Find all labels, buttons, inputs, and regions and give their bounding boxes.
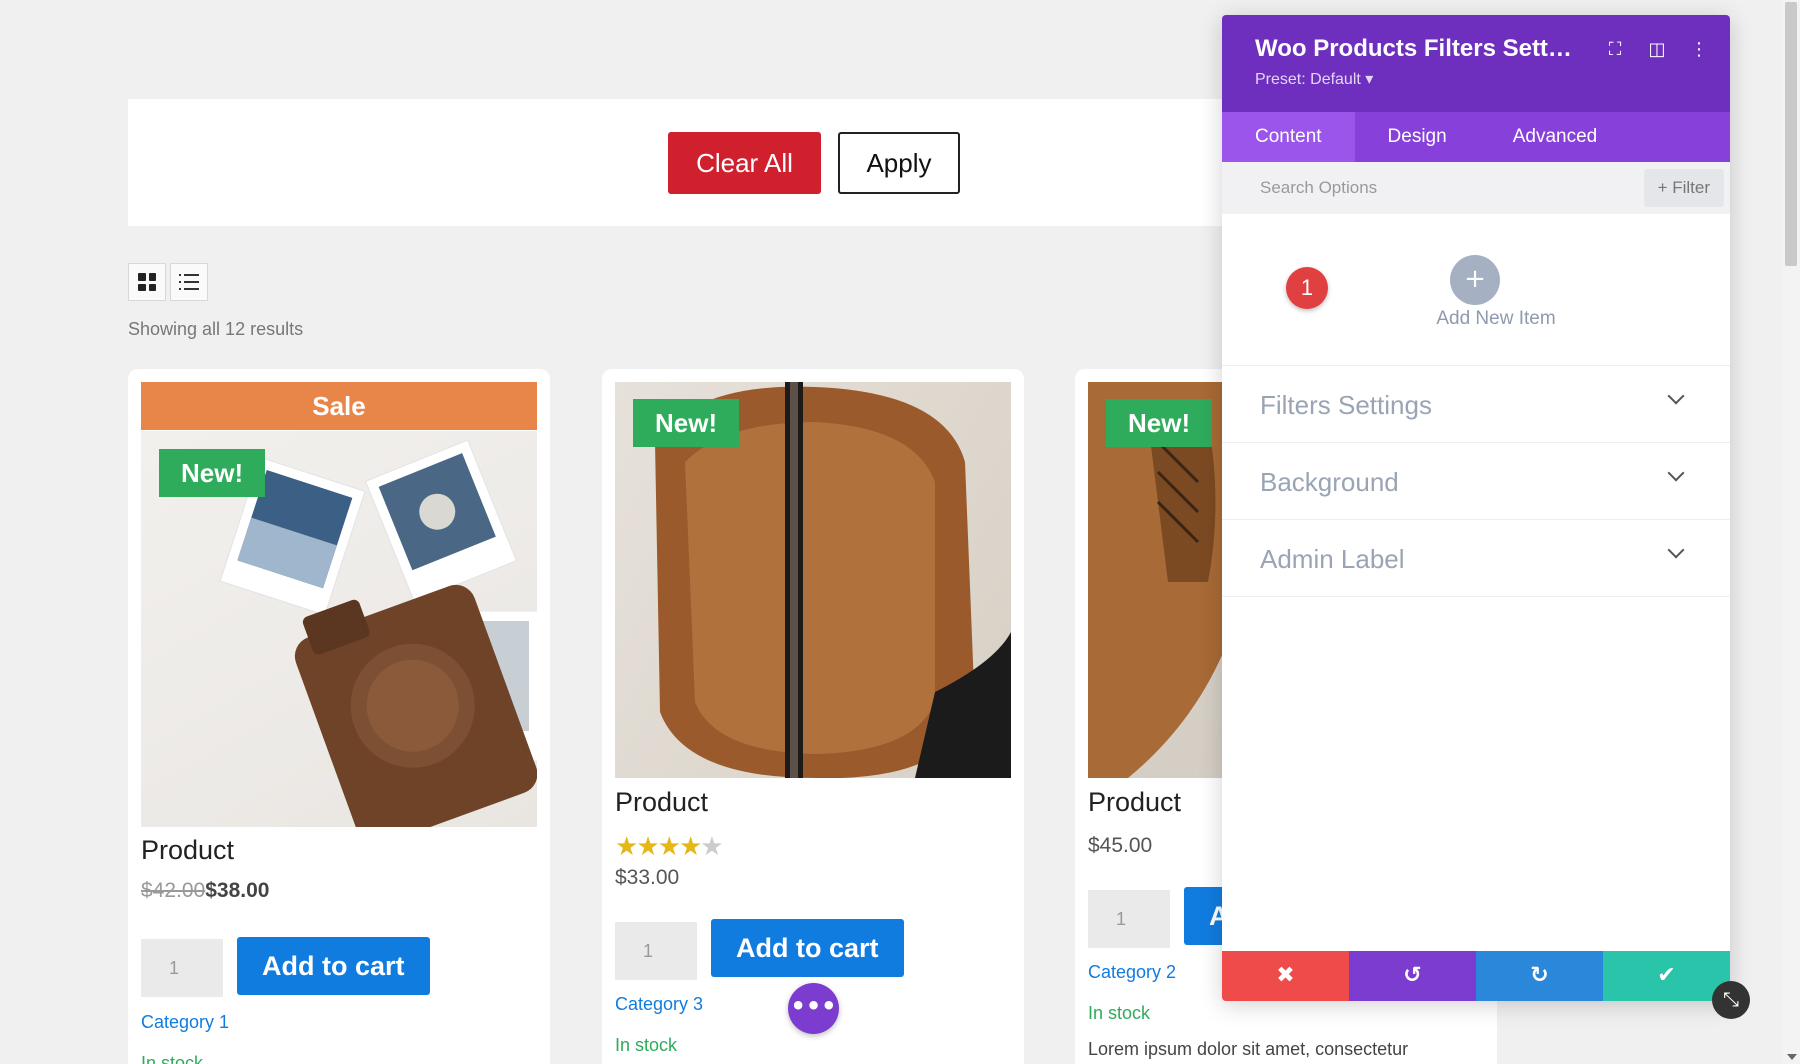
sale-price: $38.00: [205, 879, 270, 902]
tab-content[interactable]: Content: [1222, 112, 1355, 162]
star-half-icon: ★: [678, 832, 702, 862]
settings-panel: Woo Products Filters Settin... Preset: D…: [1222, 15, 1730, 1001]
product-description: Lorem ipsum dolor sit amet, consectetur: [1088, 1039, 1409, 1059]
panel-header: Woo Products Filters Settin... Preset: D…: [1222, 15, 1730, 112]
discard-button[interactable]: ✖: [1222, 951, 1349, 1001]
save-button[interactable]: ✔: [1603, 951, 1730, 1001]
fullscreen-icon[interactable]: ⛶: [1606, 39, 1624, 60]
ellipsis-icon: •••: [790, 992, 837, 1020]
quantity-input[interactable]: 1: [615, 922, 697, 980]
results-count: Showing all 12 results: [128, 319, 304, 339]
view-toggles: [128, 263, 208, 301]
checkmark-icon: ✔: [1657, 963, 1676, 988]
clear-all-button[interactable]: Clear All: [668, 132, 821, 194]
tab-advanced[interactable]: Advanced: [1480, 112, 1631, 162]
panel-footer: ✖ ↺ ↻ ✔: [1222, 951, 1730, 1001]
redo-button[interactable]: ↻: [1476, 951, 1603, 1001]
product-category[interactable]: Category 2: [1088, 962, 1176, 983]
redo-icon: ↻: [1530, 963, 1549, 988]
add-to-cart-button[interactable]: Add to cart: [237, 937, 430, 995]
sale-band: Sale: [141, 382, 537, 430]
scrollbar-thumb[interactable]: [1785, 2, 1797, 266]
search-options-input[interactable]: Search Options + Filter: [1222, 162, 1730, 214]
grid-icon: [138, 273, 156, 291]
product-name[interactable]: Product: [141, 835, 234, 866]
product-name[interactable]: Product: [1088, 787, 1181, 818]
page-scrollbar[interactable]: [1782, 0, 1800, 1064]
section-background[interactable]: Background: [1222, 443, 1730, 520]
chevron-down-icon: [1667, 541, 1685, 559]
list-icon: [179, 274, 199, 290]
tab-design[interactable]: Design: [1355, 112, 1480, 162]
section-label: Background: [1260, 467, 1399, 497]
plus-icon: +: [1464, 264, 1486, 294]
filter-button[interactable]: + Filter: [1643, 169, 1724, 207]
apply-button[interactable]: Apply: [838, 132, 960, 194]
more-options-button[interactable]: •••: [788, 983, 839, 1034]
product-category[interactable]: Category 3: [615, 994, 703, 1015]
list-view-button[interactable]: [170, 263, 208, 301]
close-icon: ✖: [1276, 963, 1295, 988]
product-price: $45.00: [1088, 834, 1153, 857]
panel-header-icons: ⛶ ◫ ⋮: [1606, 39, 1708, 60]
resize-handle[interactable]: ⤡: [1712, 981, 1750, 1019]
split-view-icon[interactable]: ◫: [1648, 39, 1666, 60]
chevron-down-icon: [1667, 387, 1685, 405]
panel-title: Woo Products Filters Settin...: [1255, 35, 1575, 62]
search-placeholder: Search Options: [1260, 178, 1378, 197]
stock-status: In stock: [615, 1035, 678, 1055]
stock-status: In stock: [141, 1053, 204, 1064]
section-label: Admin Label: [1260, 544, 1405, 574]
star-icon: ★: [615, 832, 638, 862]
section-filters-settings[interactable]: Filters Settings: [1222, 366, 1730, 443]
undo-button[interactable]: ↺: [1349, 951, 1476, 1001]
star-icon: ★: [636, 832, 659, 862]
product-price: $33.00: [615, 866, 680, 889]
new-badge: New!: [633, 399, 740, 447]
product-name[interactable]: Product: [615, 787, 708, 818]
step-badge: 1: [1286, 267, 1328, 309]
rating-stars: ★★★★★: [615, 832, 724, 862]
undo-icon: ↺: [1403, 963, 1422, 988]
section-label: Filters Settings: [1260, 390, 1432, 420]
resize-icon: ⤡: [1723, 987, 1739, 1011]
star-icon: ★: [657, 832, 681, 862]
add-new-item-label[interactable]: Add New Item: [1222, 308, 1730, 330]
new-badge: New!: [159, 449, 266, 497]
stock-status: In stock: [1088, 1003, 1151, 1023]
kebab-menu-icon[interactable]: ⋮: [1690, 39, 1708, 60]
quantity-input[interactable]: 1: [141, 939, 223, 997]
product-card: Sale New! Product $42.00$38.00 1 Add to …: [128, 369, 550, 1064]
grid-view-button[interactable]: [128, 263, 166, 301]
add-item-button[interactable]: +: [1450, 255, 1500, 305]
product-price: $42.00$38.00: [141, 879, 269, 903]
scroll-down-arrow-icon[interactable]: [1787, 1054, 1797, 1060]
new-badge: New!: [1106, 399, 1213, 447]
star-empty-icon: ★: [700, 832, 723, 862]
panel-tabs: Content Design Advanced: [1222, 112, 1730, 162]
product-card: New! Product ★★★★★ $33.00 1 Add to cart …: [602, 369, 1024, 1064]
quantity-input[interactable]: 1: [1088, 890, 1170, 948]
product-category[interactable]: Category 1: [141, 1012, 229, 1033]
preset-selector[interactable]: Preset: Default ▾: [1255, 69, 1697, 89]
chevron-down-icon: [1667, 464, 1685, 482]
add-to-cart-button[interactable]: Add to cart: [711, 919, 904, 977]
section-admin-label[interactable]: Admin Label: [1222, 520, 1730, 597]
add-item-area: 1 + Add New Item: [1222, 214, 1730, 366]
old-price: $42.00: [141, 879, 206, 902]
